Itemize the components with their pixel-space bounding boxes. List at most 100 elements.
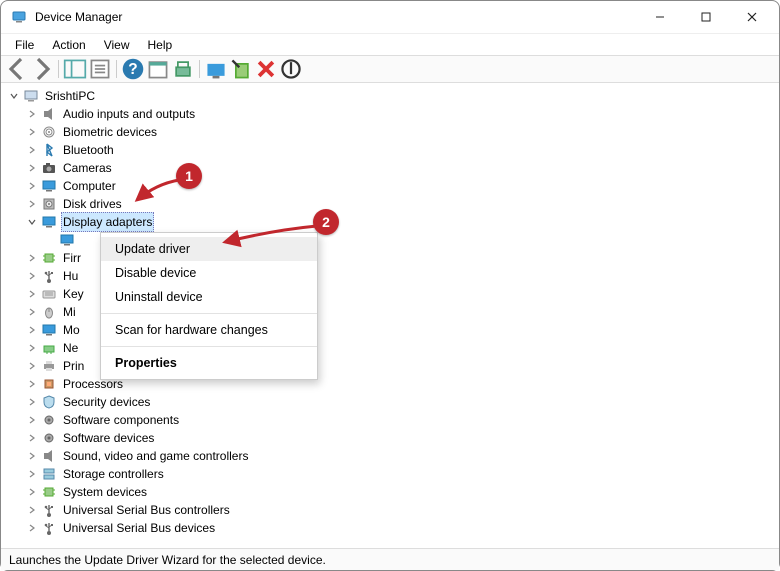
expand-icon[interactable] (25, 503, 39, 517)
expand-icon[interactable] (25, 323, 39, 337)
menu-action[interactable]: Action (44, 36, 93, 54)
category-label: Audio inputs and outputs (61, 105, 197, 123)
keyboard-icon (41, 286, 57, 302)
expand-icon[interactable] (25, 287, 39, 301)
toolbar-separator (58, 60, 59, 78)
minimize-button[interactable] (637, 1, 683, 33)
expand-icon[interactable] (25, 467, 39, 481)
calendar-icon-button[interactable] (146, 58, 170, 80)
tree-category[interactable]: System devices (3, 483, 777, 501)
expand-icon[interactable] (25, 305, 39, 319)
maximize-button[interactable] (683, 1, 729, 33)
tree-category[interactable]: Sound, video and game controllers (3, 447, 777, 465)
collapse-icon[interactable] (25, 215, 39, 229)
expand-icon[interactable] (25, 449, 39, 463)
expand-icon[interactable] (25, 359, 39, 373)
usb-icon (41, 268, 57, 284)
menu-help[interactable]: Help (140, 36, 181, 54)
category-label: Bluetooth (61, 141, 116, 159)
tree-root[interactable]: SrishtiPC (3, 87, 777, 105)
category-label: Display adapters (61, 212, 154, 232)
category-label: Ne (61, 339, 80, 357)
ctx-disable-device[interactable]: Disable device (101, 261, 317, 285)
toolbar-separator (199, 60, 200, 78)
add-driver-button[interactable] (229, 58, 253, 80)
category-label: Hu (61, 267, 80, 285)
category-label: Cameras (61, 159, 114, 177)
category-label: Security devices (61, 393, 152, 411)
menu-file[interactable]: File (7, 36, 42, 54)
uninstall-button[interactable] (254, 58, 278, 80)
printer-icon (41, 358, 57, 374)
fingerprint-icon (41, 124, 57, 140)
category-label: Key (61, 285, 86, 303)
speaker-icon (41, 448, 57, 464)
help-button[interactable]: ? (121, 58, 145, 80)
computer-icon (23, 88, 39, 104)
ctx-scan-hardware[interactable]: Scan for hardware changes (101, 318, 317, 342)
back-button[interactable] (5, 58, 29, 80)
usb-icon (41, 520, 57, 536)
tree-category[interactable]: Universal Serial Bus controllers (3, 501, 777, 519)
tree-category[interactable]: Security devices (3, 393, 777, 411)
expand-icon[interactable] (25, 179, 39, 193)
expand-icon[interactable] (25, 269, 39, 283)
category-label: Universal Serial Bus devices (61, 519, 217, 537)
category-label: Biometric devices (61, 123, 159, 141)
category-label: Disk drives (61, 195, 124, 213)
tree-category[interactable]: Software devices (3, 429, 777, 447)
chip-icon (41, 484, 57, 500)
disable-button[interactable] (279, 58, 303, 80)
expand-icon[interactable] (25, 521, 39, 535)
device-tree[interactable]: SrishtiPC Audio inputs and outputsBiomet… (1, 83, 779, 548)
expand-icon[interactable] (25, 377, 39, 391)
forward-button[interactable] (30, 58, 54, 80)
status-text: Launches the Update Driver Wizard for th… (9, 553, 326, 567)
expand-icon[interactable] (25, 413, 39, 427)
scan-hardware-button[interactable] (171, 58, 195, 80)
tree-category[interactable]: Audio inputs and outputs (3, 105, 777, 123)
category-label: Universal Serial Bus controllers (61, 501, 232, 519)
tree-category[interactable]: Storage controllers (3, 465, 777, 483)
expand-icon[interactable] (25, 107, 39, 121)
expand-icon[interactable] (25, 395, 39, 409)
category-label: Storage controllers (61, 465, 166, 483)
tree-category[interactable]: Universal Serial Bus devices (3, 519, 777, 537)
expand-icon[interactable] (25, 251, 39, 265)
menubar: File Action View Help (1, 33, 779, 55)
tree-category[interactable]: Software components (3, 411, 777, 429)
cpu-icon (41, 376, 57, 392)
tree-category[interactable]: Display adapters (3, 213, 777, 231)
expand-icon[interactable] (25, 125, 39, 139)
tree-category[interactable]: Disk drives (3, 195, 777, 213)
mouse-icon (41, 304, 57, 320)
expand-icon[interactable] (25, 161, 39, 175)
expand-icon[interactable] (25, 143, 39, 157)
ctx-uninstall-device[interactable]: Uninstall device (101, 285, 317, 309)
bluetooth-icon (41, 142, 57, 158)
usb-icon (41, 502, 57, 518)
tree-category[interactable]: Bluetooth (3, 141, 777, 159)
spacer (43, 233, 57, 247)
expand-icon[interactable] (25, 197, 39, 211)
titlebar: Device Manager (1, 1, 779, 33)
toolbar: ? (1, 55, 779, 83)
expand-icon[interactable] (25, 431, 39, 445)
tree-category[interactable]: Cameras (3, 159, 777, 177)
monitor-icon (41, 322, 57, 338)
update-driver-button[interactable] (204, 58, 228, 80)
expand-icon[interactable] (25, 341, 39, 355)
menu-view[interactable]: View (96, 36, 138, 54)
storage-icon (41, 466, 57, 482)
ctx-update-driver[interactable]: Update driver (101, 237, 317, 261)
close-button[interactable] (729, 1, 775, 33)
expand-icon[interactable] (7, 89, 21, 103)
category-label: Software devices (61, 429, 156, 447)
ctx-properties[interactable]: Properties (101, 351, 317, 375)
show-hide-console-tree-button[interactable] (63, 58, 87, 80)
window-title: Device Manager (35, 10, 122, 24)
tree-category[interactable]: Computer (3, 177, 777, 195)
expand-icon[interactable] (25, 485, 39, 499)
tree-category[interactable]: Biometric devices (3, 123, 777, 141)
properties-button[interactable] (88, 58, 112, 80)
